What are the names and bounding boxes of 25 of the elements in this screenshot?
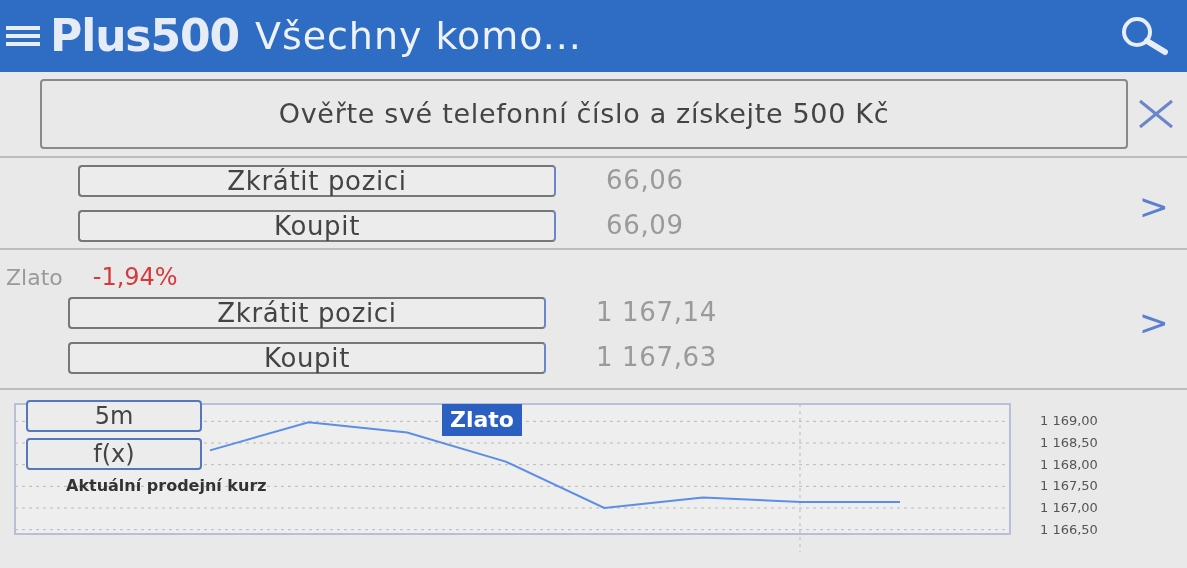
buy-button[interactable]: Koupit: [78, 209, 556, 242]
price: 66,06: [606, 164, 684, 197]
page-title: Všechny komo...: [255, 17, 582, 55]
sell-button[interactable]: Zkrátit pozici: [68, 296, 546, 329]
chart-title: Zlato: [442, 404, 522, 436]
axis-label: 1 166,50: [1040, 522, 1098, 536]
axis-label: 1 168,50: [1040, 436, 1098, 449]
logo: Plus500: [50, 14, 239, 58]
instrument-name: Zlato: [6, 263, 63, 292]
axis-label: 1 167,00: [1040, 501, 1098, 514]
price: 1 167,14: [596, 296, 717, 329]
change-percent: -1,94%: [92, 262, 178, 293]
close-icon[interactable]: [1138, 99, 1174, 129]
menu-icon[interactable]: [6, 24, 40, 48]
axis-label: 1 169,00: [1040, 414, 1098, 428]
axis-label: 1 168,00: [1040, 457, 1098, 471]
chart-button[interactable]: 5m: [26, 400, 202, 432]
price: 1 167,63: [596, 341, 717, 374]
sell-button[interactable]: Zkrátit pozici: [78, 164, 556, 197]
legend-label: Aktuální prodejní kurz: [66, 475, 267, 497]
axis-label: 1 167,50: [1040, 479, 1098, 493]
promo-banner[interactable]: Ověřte své telefonní číslo a získejte 500 Kč: [40, 79, 1128, 149]
price: 66,09: [606, 209, 684, 242]
chart-button[interactable]: f(x): [26, 438, 202, 470]
buy-button[interactable]: Koupit: [68, 341, 546, 374]
